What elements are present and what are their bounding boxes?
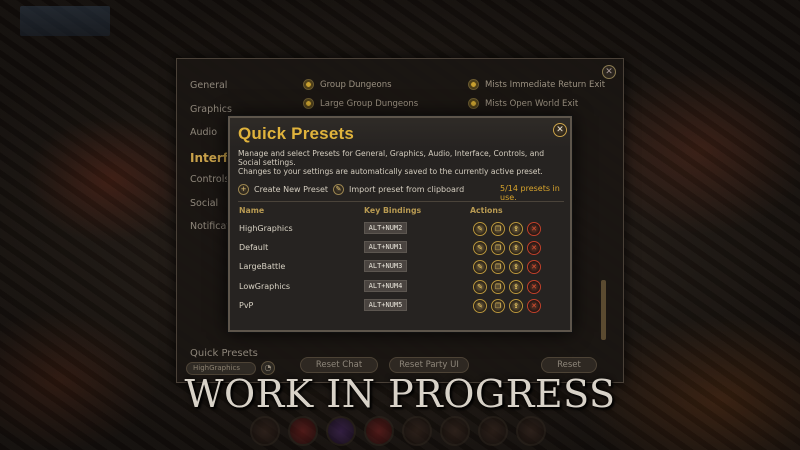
dialog-actions: + Create New Preset ✎ Import preset from… <box>238 184 564 202</box>
preset-name: HighGraphics <box>239 224 293 233</box>
table-row[interactable]: PvP ALT+NUM5 ✎ ❐ ⇪ ✕ <box>230 297 570 316</box>
close-icon[interactable]: ✕ <box>553 123 567 137</box>
export-icon[interactable]: ⇪ <box>509 222 523 236</box>
nav-general[interactable]: General <box>190 80 236 104</box>
key-binding[interactable]: ALT+NUM5 <box>364 298 407 311</box>
key-binding[interactable]: ALT+NUM4 <box>364 279 407 292</box>
copy-icon[interactable]: ❐ <box>491 260 505 275</box>
edit-icon[interactable]: ✎ <box>473 222 487 236</box>
preset-count: 5/14 presets in use. <box>500 184 560 202</box>
skill-slot <box>364 416 394 446</box>
skill-bar <box>250 416 546 446</box>
copy-icon[interactable]: ❐ <box>491 298 505 313</box>
import-preset-button[interactable]: ✎ Import preset from clipboard <box>333 184 464 195</box>
dialog-description: Manage and select Presets for General, G… <box>238 149 558 177</box>
column-header-actions: Actions <box>470 206 503 215</box>
divider <box>238 201 564 202</box>
table-row[interactable]: HighGraphics ALT+NUM2 ✎ ❐ ⇪ ✕ <box>230 220 570 239</box>
table-row[interactable]: LargeBattle ALT+NUM3 ✎ ❐ ⇪ ✕ <box>230 258 570 277</box>
skill-slot <box>516 416 546 446</box>
edit-icon[interactable]: ✎ <box>473 298 487 313</box>
delete-icon[interactable]: ✕ <box>527 298 541 313</box>
delete-icon[interactable]: ✕ <box>527 260 541 275</box>
export-icon[interactable]: ⇪ <box>509 260 523 275</box>
export-icon[interactable]: ⇪ <box>509 279 523 294</box>
quick-presets-label: Quick Presets <box>190 348 258 359</box>
dialog-title: Quick Presets <box>238 124 354 143</box>
delete-icon[interactable]: ✕ <box>527 241 541 256</box>
column-header-name: Name <box>239 206 265 215</box>
copy-icon[interactable]: ❐ <box>491 241 505 256</box>
preset-name: Default <box>239 243 269 253</box>
radio-icon <box>303 79 314 90</box>
row-actions: ✎ ❐ ⇪ ✕ <box>473 222 541 236</box>
description-line: Changes to your settings are automatical… <box>238 167 543 177</box>
skill-slot <box>250 416 280 446</box>
settings-scrollbar[interactable] <box>601 280 606 340</box>
delete-icon[interactable]: ✕ <box>527 222 541 236</box>
option-large-group-dungeons[interactable]: Large Group Dungeons <box>303 98 418 109</box>
edit-icon[interactable]: ✎ <box>473 279 487 294</box>
key-binding[interactable]: ALT+NUM2 <box>364 222 407 234</box>
key-binding[interactable]: ALT+NUM1 <box>364 241 407 254</box>
skill-slot <box>326 416 356 446</box>
description-line: Manage and select Presets for General, G… <box>238 149 545 168</box>
column-header-key-bindings: Key Bindings <box>364 206 422 215</box>
edit-icon[interactable]: ✎ <box>473 260 487 275</box>
wip-watermark: WORK IN PROGRESS <box>184 372 616 416</box>
skill-slot <box>402 416 432 446</box>
reset-button[interactable]: Reset <box>541 357 597 373</box>
table-row[interactable]: LowGraphics ALT+NUM4 ✎ ❐ ⇪ ✕ <box>230 278 570 297</box>
create-preset-button[interactable]: + Create New Preset <box>238 184 328 195</box>
row-actions: ✎ ❐ ⇪ ✕ <box>473 260 541 275</box>
reset-party-ui-button[interactable]: Reset Party UI <box>389 357 469 373</box>
row-actions: ✎ ❐ ⇪ ✕ <box>473 279 541 294</box>
quick-presets-dialog: Quick Presets ✕ Manage and select Preset… <box>228 116 572 332</box>
key-binding[interactable]: ALT+NUM3 <box>364 260 407 273</box>
skill-slot <box>288 416 318 446</box>
radio-icon <box>303 98 314 109</box>
row-actions: ✎ ❐ ⇪ ✕ <box>473 298 541 313</box>
row-actions: ✎ ❐ ⇪ ✕ <box>473 241 541 256</box>
option-mists-immediate-return[interactable]: Mists Immediate Return Exit <box>468 79 605 90</box>
option-mists-open-world-exit[interactable]: Mists Open World Exit <box>468 98 578 109</box>
clipboard-import-icon: ✎ <box>333 184 344 195</box>
export-icon[interactable]: ⇪ <box>509 298 523 313</box>
preset-name: LowGraphics <box>239 281 291 291</box>
option-group-dungeons[interactable]: Group Dungeons <box>303 79 392 90</box>
edit-icon[interactable]: ✎ <box>473 241 487 256</box>
radio-icon <box>468 79 479 90</box>
copy-icon[interactable]: ❐ <box>491 279 505 294</box>
minimap-hud <box>20 6 110 36</box>
reset-chat-button[interactable]: Reset Chat <box>300 357 378 373</box>
preset-name: LargeBattle <box>239 262 286 272</box>
copy-icon[interactable]: ❐ <box>491 222 505 236</box>
export-icon[interactable]: ⇪ <box>509 241 523 256</box>
delete-icon[interactable]: ✕ <box>527 279 541 294</box>
settings-close-icon[interactable]: ✕ <box>602 65 616 79</box>
preset-name: PvP <box>239 300 254 310</box>
skill-slot <box>440 416 470 446</box>
plus-icon: + <box>238 184 249 195</box>
table-row[interactable]: Default ALT+NUM1 ✎ ❐ ⇪ ✕ <box>230 239 570 258</box>
skill-slot <box>478 416 508 446</box>
radio-icon <box>468 98 479 109</box>
